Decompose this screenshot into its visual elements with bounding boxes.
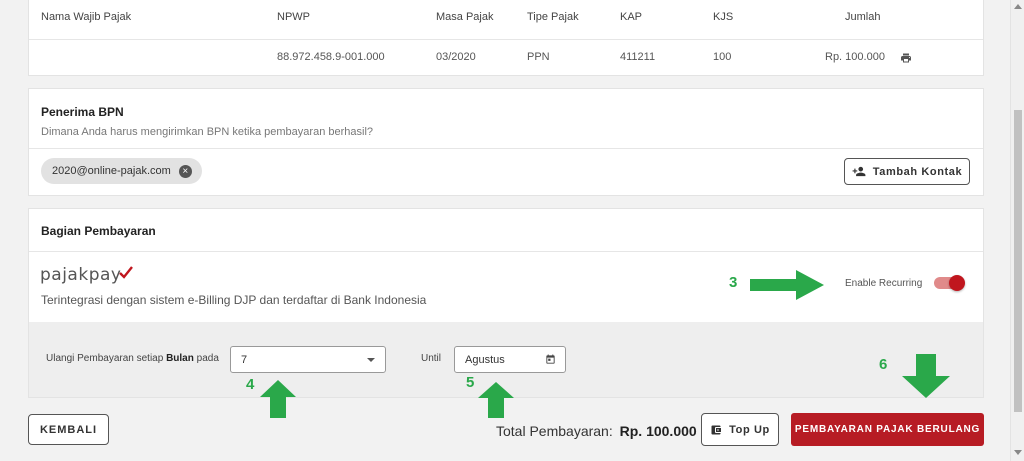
- recipient-subtitle: Dimana Anda harus mengirimkan BPN ketika…: [41, 126, 374, 138]
- total-payment: Total Pembayaran: Rp. 100.000: [496, 423, 697, 439]
- cell-npwp: 88.972.458.9-001.000: [277, 51, 385, 63]
- annotation-step-5: 5: [466, 374, 475, 391]
- payment-divider: [29, 251, 983, 252]
- wallet-icon: [710, 424, 722, 436]
- scroll-thumb[interactable]: [1014, 110, 1022, 412]
- repeat-day-select[interactable]: 7: [230, 346, 386, 373]
- until-value: Agustus: [465, 353, 505, 366]
- arrow-up-icon: [478, 382, 514, 418]
- table-header-divider: [29, 39, 983, 40]
- email-chip-label: 2020@online-pajak.com: [52, 165, 171, 177]
- printer-icon[interactable]: [900, 51, 912, 63]
- total-value: Rp. 100.000: [619, 423, 697, 439]
- checkmark-icon: [119, 266, 134, 279]
- topup-label: Top Up: [729, 423, 770, 436]
- chevron-down-icon: [367, 358, 375, 362]
- close-circle-icon[interactable]: ×: [178, 164, 192, 178]
- header-jumlah: Jumlah: [845, 11, 881, 23]
- scroll-down-arrow[interactable]: [1014, 450, 1022, 455]
- cell-jumlah: Rp. 100.000: [825, 51, 885, 63]
- annotation-step-6: 6: [879, 356, 888, 373]
- recipient-title: Penerima BPN: [41, 105, 124, 119]
- repeat-label: Ulangi Pembayaran setiap Bulan pada: [46, 353, 219, 364]
- tax-table-card: Nama Wajib Pajak NPWP Masa Pajak Tipe Pa…: [28, 0, 984, 76]
- calendar-icon: [545, 354, 556, 368]
- annotation-step-3: 3: [729, 274, 738, 291]
- recipient-divider: [29, 148, 983, 149]
- add-contact-label: Tambah Kontak: [872, 165, 963, 178]
- repeat-label-suffix: pada: [196, 353, 219, 364]
- header-tipe: Tipe Pajak: [527, 11, 579, 23]
- back-button[interactable]: KEMBALI: [28, 414, 109, 445]
- pajakpay-logo-text: pajakpay: [40, 265, 122, 285]
- toggle-knob: [949, 275, 965, 291]
- recurring-payment-submit-button[interactable]: PEMBAYARAN PAJAK BERULANG: [791, 413, 984, 446]
- cell-tipe: PPN: [527, 51, 550, 63]
- cell-masa: 03/2020: [436, 51, 476, 63]
- submit-label: PEMBAYARAN PAJAK BERULANG: [794, 424, 981, 435]
- email-chip[interactable]: 2020@online-pajak.com ×: [41, 158, 202, 184]
- header-masa: Masa Pajak: [436, 11, 494, 23]
- repeat-label-prefix: Ulangi Pembayaran setiap: [46, 353, 164, 364]
- header-kjs: KJS: [713, 11, 734, 23]
- payment-description: Terintegrasi dengan sistem e-Billing DJP…: [41, 293, 427, 307]
- header-npwp: NPWP: [277, 11, 310, 23]
- repeat-day-value: 7: [241, 353, 248, 366]
- repeat-label-bold: Bulan: [166, 353, 194, 364]
- scroll-up-arrow[interactable]: [1014, 4, 1022, 9]
- add-contact-button[interactable]: Tambah Kontak: [844, 158, 970, 185]
- until-label: Until: [421, 353, 442, 364]
- arrow-down-icon: [902, 354, 950, 398]
- cell-kap: 411211: [620, 51, 656, 63]
- recipient-card: Penerima BPN Dimana Anda harus mengirimk…: [28, 88, 984, 196]
- annotation-step-4: 4: [246, 376, 255, 393]
- until-date-picker[interactable]: Agustus: [454, 346, 566, 373]
- page-scrollbar[interactable]: [1010, 0, 1024, 461]
- arrow-up-icon: [260, 380, 296, 418]
- recurring-label: Enable Recurring: [845, 278, 923, 289]
- payment-card: Bagian Pembayaran pajakpay Terintegrasi …: [28, 208, 984, 398]
- topup-button[interactable]: Top Up: [701, 413, 779, 446]
- arrow-right-icon: [750, 270, 824, 300]
- header-kap: KAP: [620, 11, 643, 23]
- header-nama: Nama Wajib Pajak: [41, 11, 132, 23]
- payment-title: Bagian Pembayaran: [41, 224, 156, 238]
- person-add-icon: [852, 166, 866, 177]
- pajakpay-logo: pajakpay: [40, 264, 134, 286]
- cell-kjs: 100: [713, 51, 732, 63]
- total-label: Total Pembayaran:: [496, 423, 613, 439]
- back-button-label: KEMBALI: [39, 423, 98, 436]
